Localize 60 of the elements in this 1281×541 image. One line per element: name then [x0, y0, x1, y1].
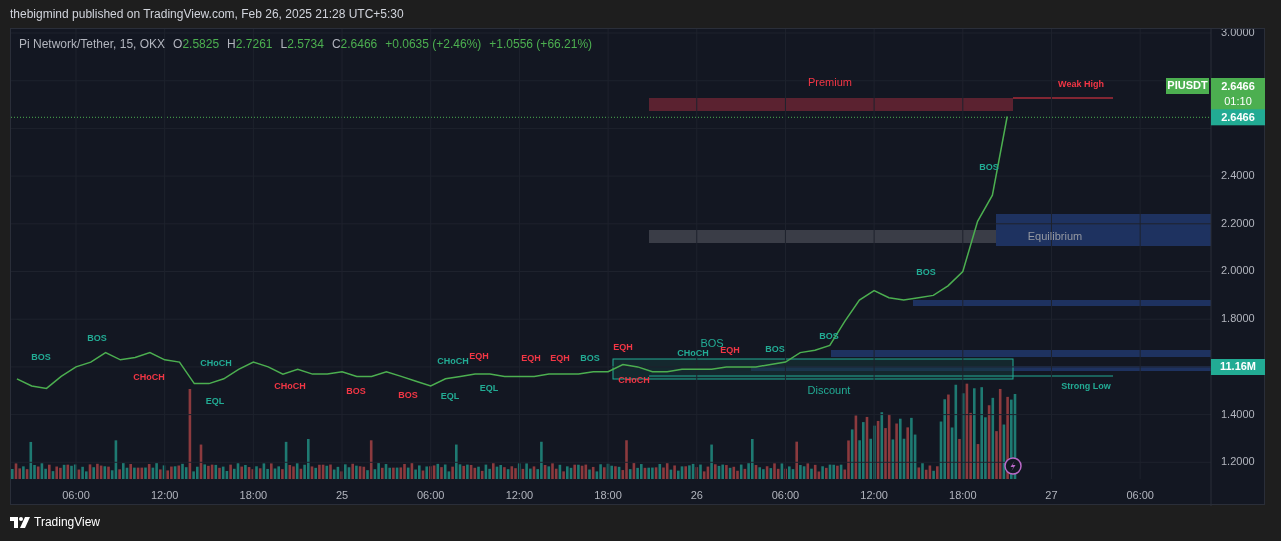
- structure-label: BOS: [398, 390, 418, 401]
- ohlc-value: H2.7261: [227, 36, 273, 53]
- price-axis-label: 1.2000: [1221, 455, 1255, 468]
- symbol-title: Pi Network/Tether, 15, OKX: [19, 36, 166, 53]
- structure-label: EQL: [440, 391, 460, 402]
- price-axis-label: 1.8000: [1221, 312, 1255, 325]
- last-price-badge: 2.6466 01:10: [1211, 78, 1265, 110]
- time-axis-label: 12:00: [505, 488, 534, 501]
- ohlc-value: C2.6466: [331, 36, 378, 53]
- structure-label: EQL: [479, 383, 499, 394]
- structure-label: Weak High: [1058, 79, 1104, 90]
- time-axis-label: 27: [1045, 488, 1058, 501]
- time-axis-label: 18:00: [949, 488, 977, 501]
- structure-label: EQH: [469, 351, 489, 362]
- structure-label: CHoCH: [133, 372, 165, 383]
- time-axis-label: 12:00: [150, 488, 179, 501]
- zone-label: Premium: [808, 75, 852, 88]
- structure-label: CHoCH: [274, 381, 306, 392]
- structure-label: BOS: [580, 353, 600, 364]
- price-axis-label: 2.0000: [1221, 264, 1255, 277]
- structure-label: CHoCH: [437, 356, 469, 367]
- price-axis-label: 2.2000: [1221, 216, 1255, 229]
- price-line-badge: 2.6466: [1211, 109, 1265, 126]
- ohlc-value: L2.5734: [280, 36, 324, 53]
- structure-label: BOS: [87, 333, 107, 344]
- publish-info: thebigmind published on TradingView.com, Feb 26, 2025 21:28 UTC+5:30: [10, 6, 404, 23]
- zone-label: Discount: [807, 383, 851, 396]
- structure-label: BOS: [31, 352, 51, 363]
- time-axis-label: 06:00: [1126, 488, 1154, 501]
- total-change: +1.0556 (+66.21%): [489, 36, 593, 53]
- structure-label: Strong Low: [1061, 381, 1111, 392]
- price-change: +0.0635 (+2.46%): [385, 36, 482, 53]
- price-axis-label: 2.4000: [1221, 169, 1255, 181]
- structure-label: BOS: [765, 344, 785, 355]
- time-axis-label: 26: [690, 488, 703, 501]
- structure-label: EQH: [521, 353, 541, 364]
- time-axis-label: 18:00: [239, 488, 268, 501]
- symbol-badge: PIUSDT: [1166, 78, 1209, 94]
- time-axis-label: 25: [335, 488, 349, 501]
- volume-badge: 11.16M: [1211, 359, 1265, 375]
- structure-label: BOS: [346, 386, 366, 397]
- structure-label: CHoCH: [677, 348, 709, 359]
- structure-label: EQH: [550, 353, 570, 364]
- tradingview-logo-text: TradingView: [34, 514, 101, 531]
- time-axis-label: 06:00: [62, 488, 90, 501]
- structure-label: BOS: [916, 267, 936, 278]
- time-axis-label: 12:00: [860, 488, 888, 501]
- time-axis-label: 06:00: [771, 488, 800, 501]
- time-axis-label: 18:00: [594, 488, 622, 501]
- structure-label: CHoCH: [618, 375, 650, 386]
- time-axis-label: 06:00: [416, 488, 445, 501]
- price-axis-label: 3.0000: [1221, 29, 1255, 38]
- zone-label: Equilibrium: [1027, 229, 1083, 242]
- structure-label: EQL: [205, 396, 225, 407]
- ohlc-value: O2.5825: [173, 36, 220, 53]
- lightning-icon[interactable]: [1004, 457, 1022, 475]
- structure-label: EQH: [613, 342, 633, 353]
- price-axis-label: 1.4000: [1221, 407, 1255, 420]
- structure-label: CHoCH: [200, 358, 232, 369]
- tradingview-logo-icon: [10, 516, 30, 528]
